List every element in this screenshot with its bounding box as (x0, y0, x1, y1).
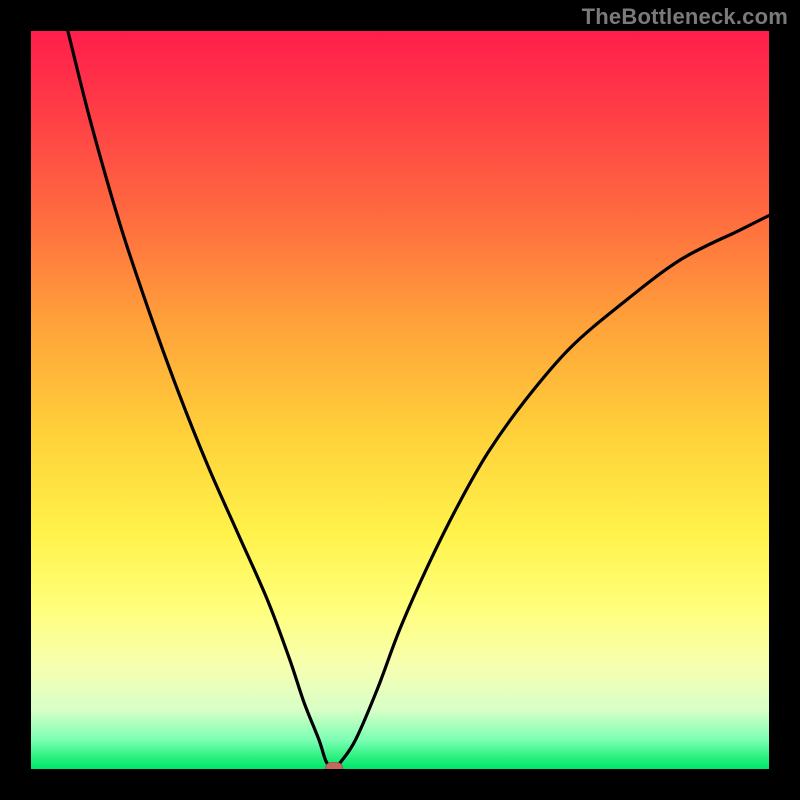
curve-path (68, 31, 769, 769)
plot-area (31, 31, 769, 769)
watermark-text: TheBottleneck.com (582, 4, 788, 30)
minimum-marker (325, 762, 343, 769)
chart-frame: TheBottleneck.com (0, 0, 800, 800)
bottleneck-curve (31, 31, 769, 769)
